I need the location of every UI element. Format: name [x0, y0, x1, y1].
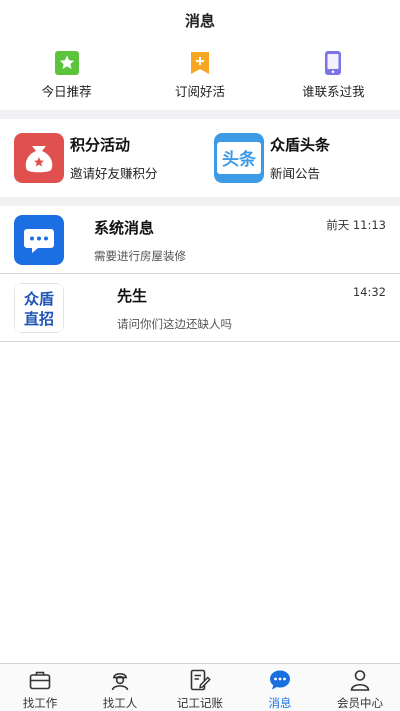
message-time: 前天 11:13 — [326, 218, 386, 232]
section-divider — [0, 110, 400, 119]
logo-text-top: 众盾 — [24, 290, 54, 308]
shortcut-label: 今日推荐 — [41, 84, 92, 99]
tab-label: 会员中心 — [337, 696, 383, 710]
headline-icon: 头条 — [214, 133, 264, 183]
worker-icon — [111, 672, 129, 691]
shortcut-who-contacted-me[interactable]: 谁联系过我 — [267, 40, 400, 110]
promo-subtitle: 邀请好友赚积分 — [70, 166, 158, 181]
chat-bubble-icon — [14, 215, 64, 265]
phone-icon — [325, 51, 342, 75]
message-item-chat[interactable]: 众盾 直招 先生 请问你们这边还缺人吗 14:32 — [0, 274, 400, 342]
section-divider — [0, 197, 400, 206]
page-header: 消息 — [0, 0, 400, 40]
tab-label: 记工记账 — [177, 696, 223, 710]
bookmark-plus-icon — [190, 52, 209, 74]
chat-icon — [270, 670, 290, 690]
tab-find-worker[interactable]: 找工人 — [80, 664, 160, 711]
tab-messages[interactable]: 消息 — [240, 664, 320, 711]
tab-label: 消息 — [268, 696, 292, 710]
tab-label: 找工人 — [102, 696, 138, 710]
user-icon — [350, 670, 370, 691]
message-title: 先生 — [117, 287, 148, 305]
star-icon — [54, 51, 79, 75]
briefcase-icon — [29, 671, 51, 690]
promo-points-activity[interactable]: 积分活动 邀请好友赚积分 — [0, 119, 200, 197]
promo-subtitle: 新闻公告 — [270, 166, 321, 181]
promo-title: 众盾头条 — [270, 136, 331, 154]
page-title: 消息 — [184, 11, 215, 30]
shortcut-today-recommend[interactable]: 今日推荐 — [0, 40, 133, 110]
logo-icon: 众盾 直招 — [14, 283, 64, 333]
tab-member-center[interactable]: 会员中心 — [320, 664, 400, 711]
promo-section: 积分活动 邀请好友赚积分 头条 众盾头条 新闻公告 — [0, 119, 400, 197]
bottom-tab-bar: 找工作 找工人 记工记账 消息 会员中心 — [0, 663, 400, 711]
promo-title: 积分活动 — [70, 136, 131, 154]
shortcut-subscribe-jobs[interactable]: 订阅好活 — [133, 40, 266, 110]
tab-label: 找工作 — [22, 696, 58, 710]
money-bag-icon — [14, 133, 64, 183]
message-time: 14:32 — [352, 285, 386, 299]
shortcut-label: 谁联系过我 — [302, 84, 365, 99]
tab-work-record[interactable]: 记工记账 — [160, 664, 240, 711]
tab-find-job[interactable]: 找工作 — [0, 664, 80, 711]
headline-icon-text: 头条 — [222, 149, 257, 170]
logo-text-bottom: 直招 — [24, 310, 54, 328]
shortcut-bar: 今日推荐 订阅好活 谁联系过我 — [0, 40, 400, 110]
message-preview: 需要进行房屋装修 — [94, 249, 186, 263]
message-preview: 请问你们这边还缺人吗 — [117, 317, 232, 331]
message-title: 系统消息 — [94, 219, 155, 237]
promo-headlines[interactable]: 头条 众盾头条 新闻公告 — [200, 119, 400, 197]
notebook-pen-icon — [190, 669, 211, 691]
shortcut-label: 订阅好活 — [174, 84, 225, 99]
message-item-system[interactable]: 系统消息 需要进行房屋装修 前天 11:13 — [0, 206, 400, 274]
